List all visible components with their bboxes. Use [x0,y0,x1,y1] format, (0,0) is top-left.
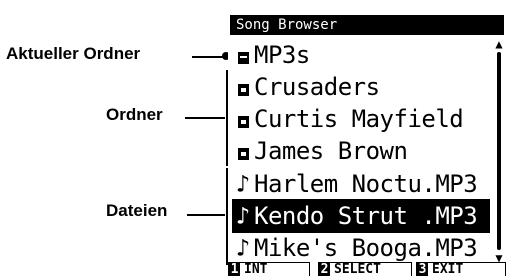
function-key-number: 2 [319,262,330,276]
list-item-label: Mike's Booga.MP3 [254,234,478,262]
screen-title: Song Browser [230,15,504,35]
music-note-icon: ♪ [235,202,251,230]
list-item-current-folder[interactable]: MP3s [232,38,490,72]
function-key-number: 1 [229,262,240,276]
list-item-label: Curtis Mayfield [254,105,464,133]
list-item-label: Kendo Strut .MP3 [254,202,478,230]
list-item-file[interactable]: ♪ Mike's Booga.MP3 [232,231,490,265]
annotation-files: Dateien [106,201,168,220]
list-item-file-selected[interactable]: ♪ Kendo Strut .MP3 [232,199,490,233]
song-browser-screen: Song Browser MP3s Crusaders Curtis Mayfi… [228,12,510,276]
function-key-label: EXIT [432,262,464,276]
folder-icon [232,102,254,136]
list-item-folder[interactable]: James Brown [232,134,490,168]
list-item-label: James Brown [254,137,408,165]
list-item-folder[interactable]: Crusaders [232,70,490,104]
list-item-folder[interactable]: Curtis Mayfield [232,102,490,136]
scrollbar[interactable] [497,52,501,250]
annotation-current-folder: Aktueller Ordner [6,44,141,63]
annotation-folders: Ordner [106,105,163,124]
annotation-line-files [187,214,225,216]
music-note-icon: ♪ [235,234,251,262]
list-item-label: Harlem Noctu.MP3 [254,170,478,198]
list-item-file[interactable]: ♪ Harlem Noctu.MP3 [232,167,490,201]
annotation-line-current-folder [192,56,226,58]
open-folder-icon [232,38,254,72]
function-key-bar: 1 INT 2 SELECT 3 EXIT [228,262,510,276]
annotation-line-folders [185,117,225,119]
folder-icon [232,134,254,168]
list-item-label: Crusaders [254,73,380,101]
function-key-select[interactable]: 2 SELECT [318,262,412,276]
function-key-number: 3 [417,262,428,276]
function-key-label: INT [244,262,268,276]
music-note-icon: ♪ [235,170,251,198]
function-key-label: SELECT [334,262,381,276]
scroll-up-arrow-icon[interactable]: ▲ [492,38,506,50]
folder-icon [232,70,254,104]
function-key-exit[interactable]: 3 EXIT [416,262,506,276]
function-key-int[interactable]: 1 INT [228,262,310,276]
list-item-label: MP3s [254,41,310,69]
